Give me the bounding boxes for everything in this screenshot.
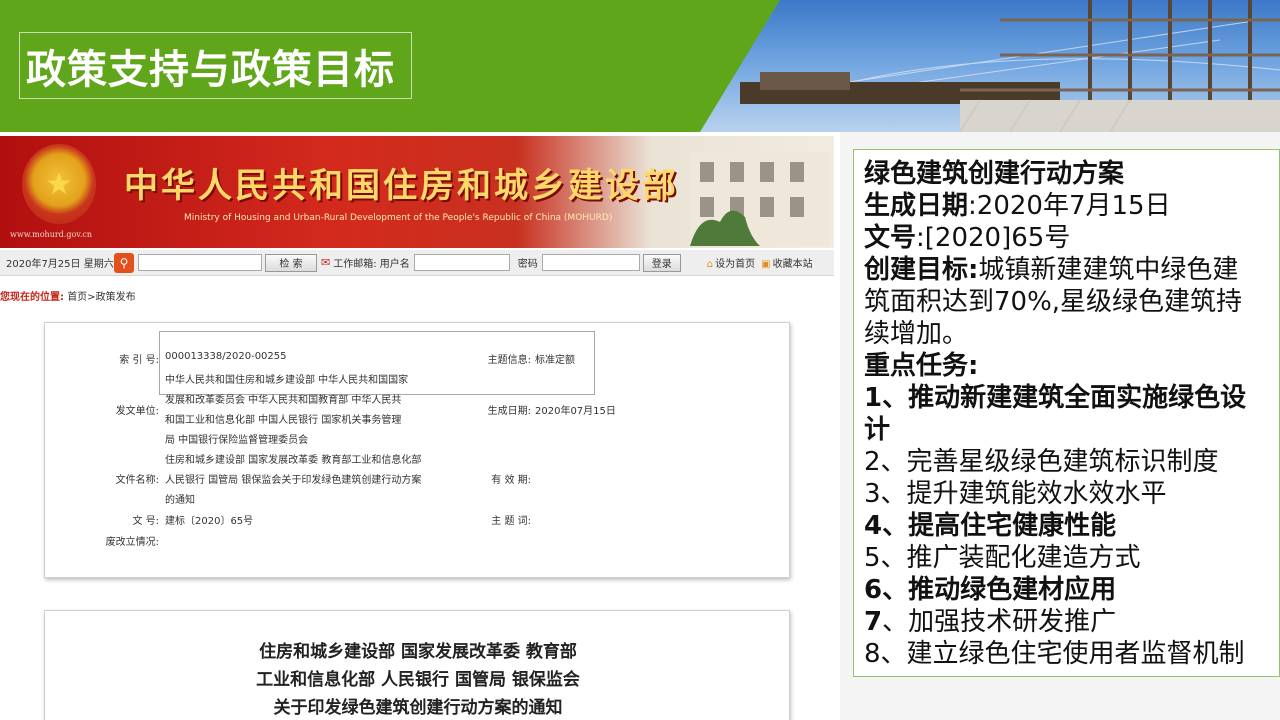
title-frame: 政策支持与政策目标: [19, 32, 412, 99]
status-label: 废改立情况:: [105, 537, 159, 548]
date-label: 生成日期:: [487, 406, 531, 417]
task-4: 4、提高住宅健康性能: [864, 511, 1117, 541]
bookmark-icon: ▣: [761, 259, 771, 270]
docno-label: 文 号:: [132, 516, 159, 527]
task-1: 1、推动新建建筑全面实施绿色设: [864, 383, 1247, 413]
issuer-line-1: 中华人民共和国住房和城乡建设部 中华人民共和国国家: [165, 375, 409, 386]
filename-line-1: 人民银行 国管局 银保监会关于印发绿色建筑创建行动方案: [165, 475, 422, 486]
slide-title: 政策支持与政策目标: [26, 46, 395, 93]
keywords-label: 主 题 词:: [491, 516, 531, 527]
panel-docno: 文号:[2020]65号: [864, 223, 1071, 253]
notice-card: 住房和城乡建设部 国家发展改革委 教育部 工业和信息化部 人民银行 国管局 银保…: [44, 610, 790, 720]
filename-label: 文件名称:: [115, 475, 159, 486]
building-graphic: [690, 152, 830, 246]
breadcrumb: 您现在的位置: 首页>政策发布: [0, 288, 136, 303]
login-button[interactable]: 登录: [642, 253, 681, 272]
site-search-button[interactable]: 检 索: [265, 253, 317, 272]
home-icon: ⌂: [706, 259, 714, 270]
date-value: 2020年07月15日: [535, 406, 616, 417]
mail-icon: ✉: [321, 256, 331, 269]
search-icon[interactable]: ⚲: [114, 252, 134, 273]
document-info-card: 索 引 号: 000013338/2020-00255 主题信息: 标准定额 中…: [44, 322, 790, 578]
national-emblem-icon: ★: [22, 144, 96, 224]
issuer-line-4: 局 中国银行保险监督管理委员会: [165, 435, 309, 446]
task-3: 3、提升建筑能效水效水平: [864, 479, 1167, 509]
breadcrumb-label: 您现在的位置:: [0, 292, 64, 303]
notice-line-2: 工业和信息化部 人民银行 国管局 银保监会: [256, 670, 580, 690]
panel-goal-2: 筑面积达到70%,星级绿色建筑持: [864, 287, 1243, 317]
issuer-label: 发文单位:: [115, 406, 159, 417]
mail-username-input[interactable]: [413, 254, 510, 271]
index-label: 索 引 号:: [119, 355, 159, 366]
set-homepage-link[interactable]: ⌂ 设为首页: [707, 255, 755, 270]
docno-value: 建标〔2020〕65号: [165, 516, 254, 527]
panel-heading: 绿色建筑创建行动方案: [864, 159, 1125, 189]
summary-panel: 绿色建筑创建行动方案 生成日期:2020年7月15日 文号:[2020]65号 …: [853, 149, 1280, 677]
filename-line-2: 的通知: [165, 495, 195, 506]
site-name-en: Ministry of Housing and Urban-Rural Deve…: [184, 213, 613, 223]
panel-tasks-label: 重点任务:: [864, 351, 979, 381]
topic-value: 标准定额: [535, 355, 575, 366]
site-search-input[interactable]: [138, 254, 262, 271]
validity-label: 有 效 期:: [491, 475, 531, 486]
issuer-line-2: 发展和改革委员会 中华人民共和国教育部 中华人民共: [165, 395, 402, 406]
notice-line-1: 住房和城乡建设部 国家发展改革委 教育部: [259, 642, 577, 662]
index-value: 000013338/2020-00255: [165, 351, 287, 362]
bookmark-link[interactable]: ▣ 收藏本站: [761, 255, 812, 270]
site-url: www.mohurd.gov.cn: [10, 230, 93, 239]
toolbar-date: 2020年7月25日 星期六: [6, 259, 114, 270]
site-name-cn: 中华人民共和国住房和城乡建设部: [124, 166, 679, 206]
slide: 政策支持与政策目标 ★ www.mohurd.gov.cn 中华人民共和国住房和…: [0, 0, 1280, 720]
site-toolbar: 2020年7月25日 星期六 ⚲ 检 索 ✉ 工作邮箱: 用户名 密码 登录 ⌂…: [0, 250, 834, 276]
issuer-line-3: 和国工业和信息化部 中国人民银行 国家机关事务管理: [165, 415, 402, 426]
topic-label: 主题信息:: [487, 355, 531, 366]
password-label: 密码: [517, 259, 538, 270]
task-7: 7、加强技术研发推广: [864, 607, 1117, 637]
mail-username-label: 工作邮箱: 用户名: [333, 259, 410, 270]
filename-line-0: 住房和城乡建设部 国家发展改革委 教育部工业和信息化部: [165, 455, 422, 466]
notice-line-3: 关于印发绿色建筑创建行动方案的通知: [273, 698, 563, 718]
panel-goal: 创建目标:城镇新建建筑中绿色建: [864, 255, 1239, 285]
task-2: 2、完善星级绿色建筑标识制度: [864, 447, 1219, 477]
ministry-website-screenshot: ★ www.mohurd.gov.cn 中华人民共和国住房和城乡建设部 Mini…: [0, 132, 840, 720]
panel-goal-3: 续增加。: [864, 319, 969, 349]
breadcrumb-path[interactable]: 首页>政策发布: [67, 292, 135, 303]
site-banner: ★ www.mohurd.gov.cn 中华人民共和国住房和城乡建设部 Mini…: [0, 136, 834, 248]
task-8: 8、建立绿色住宅使用者监督机制: [864, 639, 1245, 669]
construction-photo: [700, 0, 1280, 132]
task-6: 6、推动绿色建材应用: [864, 575, 1117, 605]
panel-date: 生成日期:2020年7月15日: [864, 191, 1171, 221]
task-1-cont: 计: [864, 415, 891, 445]
password-input[interactable]: [541, 254, 640, 271]
task-5: 5、推广装配化建造方式: [864, 543, 1141, 573]
